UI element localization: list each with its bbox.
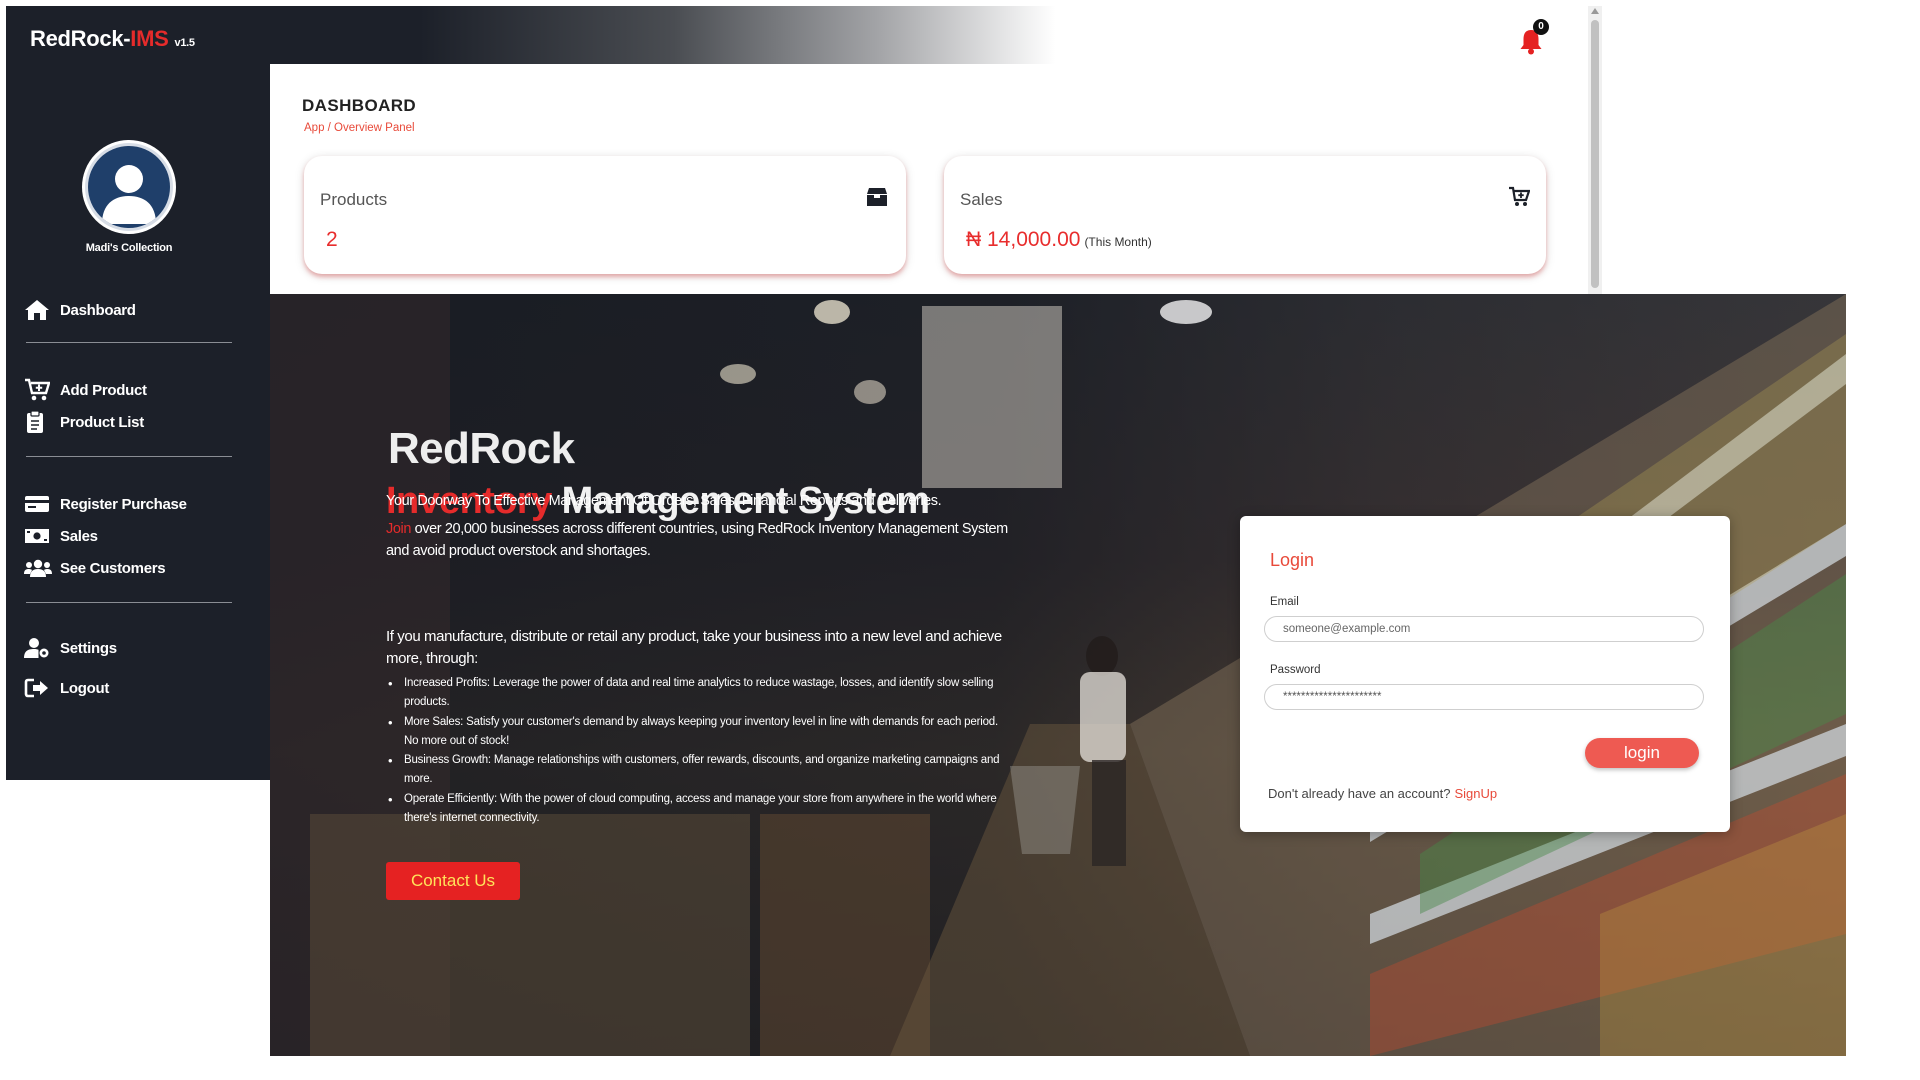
sidebar-item-logout[interactable]: Logout: [24, 674, 109, 702]
sidebar-item-label: See Customers: [60, 559, 166, 577]
brand-name: RedRock-: [30, 26, 131, 51]
sidebar-item-label: Sales: [60, 527, 98, 545]
sidebar-item-label: Dashboard: [60, 301, 136, 319]
sidebar: Madi's Collection Dashboard Add Product …: [6, 64, 270, 780]
sidebar-item-label: Register Purchase: [60, 495, 187, 513]
hero-title: RedRock: [388, 424, 575, 473]
user-cog-icon: [24, 637, 60, 659]
notification-badge: 0: [1533, 19, 1549, 35]
password-field[interactable]: [1264, 684, 1704, 710]
login-form: Login Email Password login Don't already…: [1240, 516, 1730, 832]
card-value: 2: [326, 228, 338, 251]
login-button[interactable]: login: [1585, 738, 1699, 768]
sidebar-item-label: Add Product: [60, 381, 147, 399]
signup-link[interactable]: SignUp: [1454, 786, 1497, 801]
list-item: More Sales: Satisfy your customer's dema…: [386, 713, 1006, 752]
signup-prompt: Don't already have an account? SignUp: [1268, 786, 1497, 801]
sidebar-item-label: Product List: [60, 413, 144, 431]
join-text: over 20,000 businesses across different …: [386, 521, 1008, 559]
sales-amount: ₦ 14,000.00: [966, 228, 1081, 251]
brand-suffix: IMS: [130, 26, 169, 51]
join-highlight: Join: [386, 521, 411, 537]
user-icon: [88, 146, 170, 228]
password-label: Password: [1270, 664, 1321, 676]
app-version: v1.5: [174, 37, 196, 49]
sidebar-item-see-customers[interactable]: See Customers: [24, 554, 166, 582]
credit-card-icon: [24, 494, 60, 514]
money-bill-icon: [24, 526, 60, 546]
hero-join-paragraph: Join over 20,000 businesses across diffe…: [386, 518, 1018, 562]
landing-page: RedRock Inventory Management System Your…: [270, 294, 1846, 1056]
card-label: Sales: [960, 190, 1003, 209]
avatar[interactable]: [82, 140, 176, 234]
sidebar-item-label: Settings: [60, 639, 117, 657]
hero-tagline-text: Your Doorway To Effective Management Of …: [386, 493, 942, 509]
list-item: Operate Efficiently: With the power of c…: [386, 790, 1006, 829]
sidebar-divider: [26, 342, 232, 343]
sidebar-item-settings[interactable]: Settings: [24, 634, 117, 662]
scrollbar[interactable]: [1588, 6, 1602, 298]
signup-prompt-text: Don't already have an account?: [1268, 786, 1451, 801]
box-icon: [867, 188, 887, 206]
contact-us-button[interactable]: Contact Us: [386, 862, 520, 900]
sidebar-item-label: Logout: [60, 679, 110, 697]
breadcrumb[interactable]: App / Overview Panel: [304, 122, 415, 134]
sign-out-icon: [24, 677, 60, 699]
cart-plus-icon: [24, 378, 60, 402]
sales-period-note: (This Month): [1084, 235, 1152, 249]
sidebar-divider: [26, 602, 232, 603]
card-label: Products: [320, 190, 388, 209]
hero-intro: If you manufacture, distribute or retail…: [386, 628, 1002, 667]
scrollbar-thumb[interactable]: [1591, 20, 1599, 288]
app-logo[interactable]: RedRock-IMS v1.5: [30, 26, 195, 52]
benefits-list: Increased Profits: Leverage the power of…: [386, 674, 1006, 828]
email-field[interactable]: [1264, 616, 1704, 642]
list-item: Increased Profits: Leverage the power of…: [386, 674, 1006, 713]
sidebar-item-dashboard[interactable]: Dashboard: [24, 296, 136, 324]
list-item: Business Growth: Manage relationships wi…: [386, 751, 1006, 790]
clipboard-list-icon: [24, 410, 60, 434]
page-title: DASHBOARD: [302, 96, 417, 115]
card-value: ₦ 14,000.00 (This Month): [966, 228, 1152, 252]
profile-name: Madi's Collection: [85, 242, 173, 254]
sidebar-divider: [26, 456, 232, 457]
sidebar-item-sales[interactable]: Sales: [24, 522, 98, 550]
scroll-up-arrow-icon[interactable]: [1591, 8, 1599, 14]
users-icon: [24, 558, 60, 578]
login-title: Login: [1270, 550, 1315, 570]
sidebar-item-register-purchase[interactable]: Register Purchase: [24, 490, 187, 518]
products-card[interactable]: Products 2: [304, 156, 906, 274]
email-label: Email: [1270, 596, 1299, 608]
top-bar: RedRock-IMS v1.5 0: [6, 6, 1596, 64]
home-icon: [24, 299, 60, 321]
cart-icon: [1509, 186, 1530, 206]
sidebar-item-add-product[interactable]: Add Product: [24, 376, 147, 404]
sidebar-item-product-list[interactable]: Product List: [24, 408, 144, 436]
sales-card[interactable]: Sales ₦ 14,000.00 (This Month): [944, 156, 1546, 274]
